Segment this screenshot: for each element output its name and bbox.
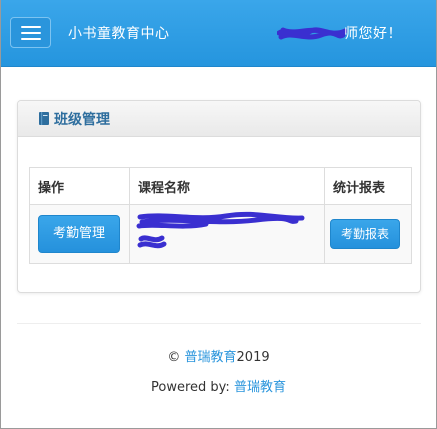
footer-powered-by: Powered by: 普瑞教育 (1, 376, 436, 395)
redacted-teacher-name (277, 27, 347, 40)
table-row: 考勤管理 考勤报表 (29, 204, 412, 264)
panel-title: 班级管理 (54, 111, 110, 128)
column-header-action: 操作 (29, 167, 130, 205)
powered-by-label: Powered by: (151, 380, 230, 395)
attendance-report-button[interactable]: 考勤报表 (330, 219, 401, 249)
footer-copyright: © 普瑞教育2019 (1, 346, 436, 365)
table-header-row: 操作 课程名称 统计报表 (29, 167, 412, 205)
hamburger-menu-icon (20, 31, 41, 34)
top-navbar: 小书童教育中心 师您好！ (1, 0, 436, 67)
brand-title[interactable]: 小书童教育中心 (68, 23, 170, 43)
copyright-year: 2019 (236, 350, 270, 365)
attendance-management-button[interactable]: 考勤管理 (38, 215, 120, 253)
hamburger-menu-icon (20, 37, 41, 40)
course-name-cell (128, 204, 326, 264)
menu-toggle-button[interactable] (10, 17, 51, 48)
footer-divider (17, 323, 421, 324)
user-greeting[interactable]: 师您好！ (344, 23, 402, 43)
copyright-symbol: © (167, 350, 181, 365)
class-table: 操作 课程名称 统计报表 考勤管理 考勤报表 (29, 167, 412, 264)
action-cell: 考勤管理 (29, 204, 130, 264)
class-management-panel: 班级管理 操作 课程名称 统计报表 考勤管理 考勤报表 (17, 100, 421, 293)
company-link[interactable]: 普瑞教育 (185, 350, 237, 365)
redacted-course-name (136, 211, 305, 249)
panel-heading: 班级管理 (18, 101, 420, 137)
report-cell: 考勤报表 (324, 204, 412, 264)
column-header-report: 统计报表 (324, 167, 412, 205)
book-icon (39, 112, 49, 125)
powered-by-link[interactable]: 普瑞教育 (234, 380, 286, 395)
hamburger-menu-icon (20, 25, 41, 28)
column-header-course-name: 课程名称 (128, 167, 326, 205)
